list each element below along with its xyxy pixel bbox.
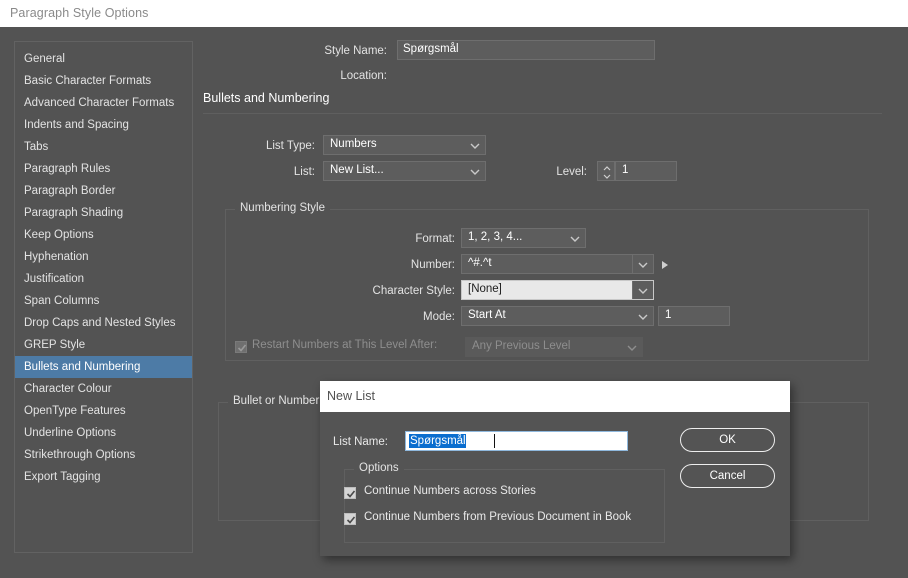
numbering-style-group-title: Numbering Style	[235, 202, 331, 214]
sidebar-item-justification[interactable]: Justification	[15, 268, 192, 290]
mode-label: Mode:	[423, 311, 455, 323]
panel-title-divider	[203, 113, 882, 114]
sidebar-item-grep-style[interactable]: GREP Style	[15, 334, 192, 356]
level-stepper[interactable]	[597, 161, 615, 181]
cancel-button[interactable]: Cancel	[680, 464, 775, 488]
continue-from-previous-document-checkbox[interactable]	[344, 513, 356, 525]
list-name-value: Spørgsmål	[409, 434, 466, 448]
continue-across-stories-checkbox[interactable]	[344, 487, 356, 499]
chevron-down-icon[interactable]	[632, 255, 653, 273]
list-select[interactable]: New List...	[323, 161, 486, 181]
new-list-titlebar: New List	[320, 381, 790, 412]
style-name-label: Style Name:	[324, 45, 387, 57]
list-name-label: List Name:	[333, 436, 388, 448]
format-label: Format:	[415, 233, 455, 245]
ok-button[interactable]: OK	[680, 428, 775, 452]
continue-across-stories-label[interactable]: Continue Numbers across Stories	[364, 485, 536, 497]
chevron-down-icon	[465, 136, 485, 154]
sidebar-item-indents-and-spacing[interactable]: Indents and Spacing	[15, 114, 192, 136]
list-name-input[interactable]: Spørgsmål	[405, 431, 628, 451]
location-label: Location:	[340, 70, 387, 82]
sidebar-item-strikethrough-options[interactable]: Strikethrough Options	[15, 444, 192, 466]
sidebar-item-hyphenation[interactable]: Hyphenation	[15, 246, 192, 268]
window-title: Paragraph Style Options	[10, 6, 149, 20]
restart-numbers-label: Restart Numbers at This Level After:	[252, 339, 438, 351]
category-sidebar: General Basic Character Formats Advanced…	[14, 41, 193, 553]
character-style-value: [None]	[468, 283, 502, 295]
character-style-select[interactable]: [None]	[461, 280, 654, 300]
sidebar-item-character-colour[interactable]: Character Colour	[15, 378, 192, 400]
new-list-body: List Name: Spørgsmål Options Continue Nu…	[320, 412, 790, 556]
restart-numbers-value: Any Previous Level	[472, 340, 571, 352]
chevron-down-icon	[465, 162, 485, 180]
sidebar-item-advanced-character-formats[interactable]: Advanced Character Formats	[15, 92, 192, 114]
mode-start-at-input[interactable]: 1	[658, 306, 730, 326]
list-type-value: Numbers	[330, 138, 377, 150]
options-group-title: Options	[354, 462, 404, 474]
format-select[interactable]: 1, 2, 3, 4...	[461, 228, 586, 248]
chevron-down-icon	[565, 229, 585, 247]
text-caret	[494, 434, 495, 448]
restart-numbers-checkbox	[235, 341, 247, 353]
number-label: Number:	[410, 259, 455, 271]
level-label: Level:	[556, 166, 587, 178]
paragraph-style-options-dialog: Paragraph Style Options General Basic Ch…	[0, 0, 908, 578]
sidebar-item-paragraph-shading[interactable]: Paragraph Shading	[15, 202, 192, 224]
number-value: ^#.^t	[468, 257, 492, 269]
panel-title: Bullets and Numbering	[203, 91, 330, 105]
continue-from-previous-document-label[interactable]: Continue Numbers from Previous Document …	[364, 511, 631, 523]
level-input[interactable]: 1	[615, 161, 677, 181]
restart-numbers-select: Any Previous Level	[465, 337, 643, 357]
insert-special-character-icon[interactable]	[661, 257, 673, 271]
format-value: 1, 2, 3, 4...	[468, 231, 523, 243]
list-type-label: List Type:	[265, 140, 315, 152]
sidebar-item-paragraph-border[interactable]: Paragraph Border	[15, 180, 192, 202]
list-value: New List...	[330, 164, 384, 176]
sidebar-item-bullets-and-numbering[interactable]: Bullets and Numbering	[15, 356, 192, 378]
sidebar-item-span-columns[interactable]: Span Columns	[15, 290, 192, 312]
character-style-label: Character Style:	[372, 285, 455, 297]
sidebar-item-drop-caps-and-nested-styles[interactable]: Drop Caps and Nested Styles	[15, 312, 192, 334]
sidebar-item-paragraph-rules[interactable]: Paragraph Rules	[15, 158, 192, 180]
sidebar-item-opentype-features[interactable]: OpenType Features	[15, 400, 192, 422]
list-label: List:	[293, 166, 315, 178]
list-type-select[interactable]: Numbers	[323, 135, 486, 155]
window-titlebar: Paragraph Style Options	[0, 0, 908, 27]
sidebar-item-export-tagging[interactable]: Export Tagging	[15, 466, 192, 488]
number-input[interactable]: ^#.^t	[461, 254, 654, 274]
chevron-down-icon	[622, 338, 642, 356]
mode-select[interactable]: Start At	[461, 306, 654, 326]
new-list-dialog: New List List Name: Spørgsmål Options Co…	[320, 381, 790, 556]
options-group: Options	[344, 462, 665, 543]
sidebar-item-basic-character-formats[interactable]: Basic Character Formats	[15, 70, 192, 92]
chevron-down-icon	[633, 307, 653, 325]
mode-value: Start At	[468, 309, 506, 321]
style-name-input[interactable]: Spørgsmål	[397, 40, 655, 60]
chevron-down-icon[interactable]	[632, 281, 653, 299]
sidebar-item-general[interactable]: General	[15, 48, 192, 70]
sidebar-item-underline-options[interactable]: Underline Options	[15, 422, 192, 444]
new-list-title: New List	[327, 389, 375, 403]
sidebar-item-keep-options[interactable]: Keep Options	[15, 224, 192, 246]
sidebar-item-tabs[interactable]: Tabs	[15, 136, 192, 158]
